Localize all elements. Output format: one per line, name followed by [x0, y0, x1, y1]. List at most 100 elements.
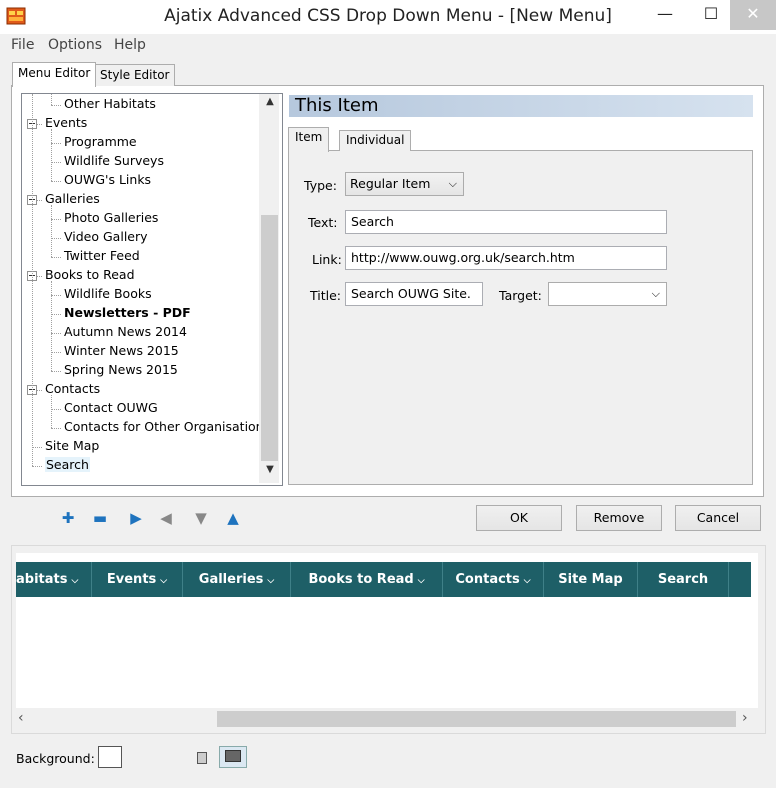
chevron-down-icon: ⌵ [448, 177, 457, 190]
maximize-button[interactable]: ☐ [688, 0, 734, 30]
preview-menu-item[interactable]: Search [638, 562, 729, 597]
move-down-icon[interactable]: ▼ [193, 510, 209, 526]
tree-node[interactable]: Spring News 2015 [64, 362, 178, 377]
preview-menu-item-label: Galleries [198, 572, 264, 587]
tree-connector [51, 105, 61, 106]
menu-bar: File Options Help [0, 34, 776, 58]
title-label: Title: [310, 288, 341, 303]
tree-node[interactable]: Photo Galleries [64, 210, 158, 225]
tab-menu-editor[interactable]: Menu Editor [12, 62, 97, 87]
tree-node[interactable]: Twitter Feed [64, 248, 140, 263]
preview-menu-item-label: Site Map [558, 572, 623, 587]
menu-file[interactable]: File [11, 37, 34, 53]
tree-connector [51, 352, 61, 353]
tree-connector [32, 466, 42, 467]
tab-item[interactable]: Item [288, 127, 330, 152]
tree-node[interactable]: Other Habitats [64, 96, 156, 111]
link-input[interactable]: http://www.ouwg.org.uk/search.htm [345, 246, 667, 270]
tree-branch-line [51, 395, 52, 428]
target-select[interactable]: ⌵ [548, 282, 667, 306]
tree-connector [51, 162, 61, 163]
tree-node[interactable]: Contacts [45, 381, 100, 396]
outdent-left-icon[interactable]: ◀ [158, 510, 174, 526]
preview-menu-item[interactable]: Site Map [544, 562, 638, 597]
tree-connector [51, 219, 61, 220]
preview-menu-item[interactable]: abitats ⌵ [16, 562, 92, 597]
scroll-up-icon[interactable]: ▲ [262, 96, 278, 112]
tree-node[interactable]: Wildlife Surveys [64, 153, 164, 168]
tree-node[interactable]: Contacts for Other Organisations [64, 419, 270, 434]
tree-connector [51, 257, 61, 258]
indent-right-icon[interactable]: ▶ [128, 510, 144, 526]
tree-node[interactable]: Programme [64, 134, 137, 149]
tree-node[interactable]: Site Map [45, 438, 99, 453]
chevron-down-icon: ⌵ [267, 576, 275, 586]
link-label: Link: [312, 252, 342, 267]
tab-individual[interactable]: Individual [339, 130, 412, 151]
tree-branch-line [51, 205, 52, 257]
tree-node[interactable]: Search [45, 457, 90, 472]
close-button[interactable]: ✕ [730, 0, 776, 30]
preview-menu-item[interactable]: Galleries ⌵ [183, 562, 291, 597]
chevron-down-icon: ⌵ [71, 576, 79, 586]
menu-help[interactable]: Help [114, 37, 146, 53]
tree-node[interactable]: OUWG's Links [64, 172, 151, 187]
tree-branch-line [51, 281, 52, 371]
minimize-button[interactable]: — [642, 0, 688, 30]
chevron-down-icon: ⌵ [651, 287, 660, 300]
item-properties-panel [288, 150, 753, 485]
tab-style-editor[interactable]: Style Editor [94, 64, 176, 86]
tree-connector [51, 238, 61, 239]
title-input[interactable]: Search OUWG Site. [345, 282, 483, 306]
type-select[interactable]: Regular Item ⌵ [345, 172, 464, 196]
type-label: Type: [304, 178, 337, 193]
preview-menu-item-label: Books to Read [308, 572, 414, 587]
tree-node[interactable]: Wildlife Books [64, 286, 152, 301]
preview-menu-item[interactable]: Books to Read ⌵ [291, 562, 443, 597]
scroll-down-icon[interactable]: ▼ [262, 464, 278, 480]
move-up-icon[interactable]: ▲ [225, 510, 241, 526]
tree-node[interactable]: Video Gallery [64, 229, 148, 244]
text-input[interactable]: Search [345, 210, 667, 234]
text-label: Text: [308, 215, 338, 230]
ok-button[interactable]: OK [476, 505, 562, 531]
add-item-icon[interactable]: ✚ [60, 510, 76, 526]
item-header-title: This Item [295, 95, 379, 116]
tree-node[interactable]: Books to Read [45, 267, 135, 282]
tree-node[interactable]: Events [45, 115, 87, 130]
menu-tree[interactable]: Other Habitats Events Programme Wildlife Su… [21, 93, 283, 486]
preview-menu-item[interactable]: Contacts ⌵ [443, 562, 544, 597]
remove-button[interactable]: Remove [576, 505, 662, 531]
view-large-icon[interactable] [219, 746, 247, 768]
tree-connector [51, 428, 61, 429]
menu-options[interactable]: Options [48, 37, 102, 53]
target-label: Target: [499, 288, 542, 303]
preview-menu-item-label: Search [657, 572, 709, 587]
tree-node[interactable]: Galleries [45, 191, 100, 206]
scroll-left-icon[interactable]: ‹ [18, 710, 24, 726]
scroll-right-icon[interactable]: › [742, 710, 748, 726]
tree-connector [51, 143, 61, 144]
background-color-swatch[interactable] [98, 746, 122, 768]
preview-menu-item[interactable]: Events ⌵ [92, 562, 183, 597]
chevron-down-icon: ⌵ [523, 576, 531, 586]
tree-node[interactable]: Winter News 2015 [64, 343, 179, 358]
chevron-down-icon: ⌵ [160, 576, 168, 586]
tree-node[interactable]: Autumn News 2014 [64, 324, 187, 339]
preview-menu-item-label: abitats [16, 572, 68, 587]
tree-node[interactable]: Contact OUWG [64, 400, 158, 415]
view-small-icon[interactable] [197, 752, 207, 764]
cancel-button[interactable]: Cancel [675, 505, 761, 531]
tree-branch-line [51, 94, 52, 105]
preview-scrollbar-thumb[interactable] [217, 711, 736, 727]
remove-item-icon[interactable]: ▬ [92, 510, 108, 526]
tree-scrollbar-thumb[interactable] [261, 215, 278, 461]
tree-connector [51, 181, 61, 182]
tree-connector [51, 295, 61, 296]
tree-node[interactable]: Newsletters - PDF [64, 305, 191, 320]
tree-connector [51, 314, 61, 315]
tree-branch-line [51, 129, 52, 181]
preview-menu-item-label: Events [106, 572, 157, 587]
tree-connector [51, 333, 61, 334]
background-label: Background: [16, 751, 95, 766]
